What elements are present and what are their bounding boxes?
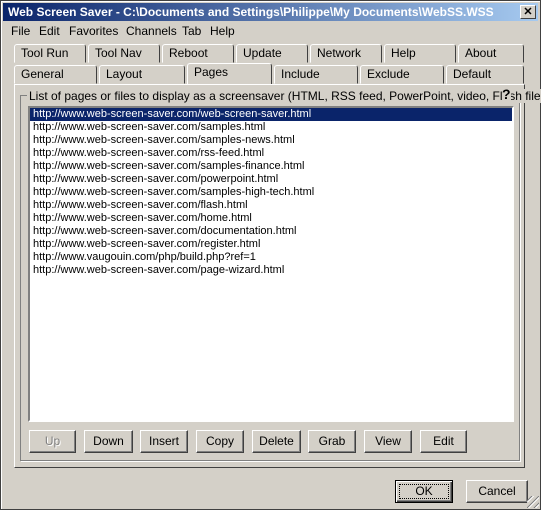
- grab-button[interactable]: Grab: [308, 430, 356, 453]
- help-question-icon[interactable]: ?: [502, 86, 511, 102]
- delete-button[interactable]: Delete: [252, 430, 301, 453]
- list-item[interactable]: http://www.web-screen-saver.com/samples-…: [30, 186, 512, 199]
- insert-button[interactable]: Insert: [140, 430, 188, 453]
- tab-layout[interactable]: Layout: [99, 65, 185, 84]
- up-button[interactable]: Up: [29, 430, 76, 453]
- menu-tab[interactable]: Tab: [182, 24, 201, 38]
- menu-help[interactable]: Help: [210, 24, 235, 38]
- tab-reboot[interactable]: Reboot: [162, 44, 234, 63]
- copy-button[interactable]: Copy: [196, 430, 244, 453]
- list-item[interactable]: http://www.web-screen-saver.com/samples-…: [30, 160, 512, 173]
- tab-network[interactable]: Network: [310, 44, 382, 63]
- list-item[interactable]: http://www.web-screen-saver.com/flash.ht…: [30, 199, 512, 212]
- menu-favorites[interactable]: Favorites: [69, 24, 118, 38]
- menu-channels[interactable]: Channels: [126, 24, 177, 38]
- ok-button[interactable]: OK: [395, 480, 453, 503]
- list-item[interactable]: http://www.web-screen-saver.com/rss-feed…: [30, 147, 512, 160]
- list-item[interactable]: http://www.web-screen-saver.com/powerpoi…: [30, 173, 512, 186]
- tab-about[interactable]: About: [458, 44, 524, 63]
- tab-default[interactable]: Default: [446, 65, 524, 84]
- tab-include[interactable]: Include: [274, 65, 358, 84]
- resize-grip[interactable]: [527, 496, 539, 508]
- menu-edit[interactable]: Edit: [39, 24, 60, 38]
- list-item[interactable]: http://www.web-screen-saver.com/home.htm…: [30, 212, 512, 225]
- menu-bar: File Edit Favorites Channels Tab Help: [3, 22, 538, 40]
- focus-rectangle: [399, 484, 449, 499]
- tab-general[interactable]: General: [14, 65, 97, 84]
- cancel-button[interactable]: Cancel: [466, 480, 528, 503]
- tab-exclude[interactable]: Exclude: [360, 65, 444, 84]
- menu-file[interactable]: File: [11, 24, 30, 38]
- pages-listbox[interactable]: http://www.web-screen-saver.com/web-scre…: [28, 106, 514, 422]
- tab-tool-nav[interactable]: Tool Nav: [88, 44, 160, 63]
- edit-button[interactable]: Edit: [420, 430, 467, 453]
- list-item[interactable]: http://www.web-screen-saver.com/samples-…: [30, 134, 512, 147]
- list-item[interactable]: http://www.web-screen-saver.com/samples.…: [30, 121, 512, 134]
- view-button[interactable]: View: [364, 430, 412, 453]
- list-item[interactable]: http://www.vaugouin.com/php/build.php?re…: [30, 251, 512, 264]
- tab-help[interactable]: Help: [384, 44, 456, 63]
- list-item[interactable]: http://www.web-screen-saver.com/web-scre…: [30, 108, 512, 121]
- down-button[interactable]: Down: [84, 430, 133, 453]
- list-item[interactable]: http://www.web-screen-saver.com/register…: [30, 238, 512, 251]
- groupbox-label: List of pages or files to display as a s…: [27, 89, 541, 103]
- list-item[interactable]: http://www.web-screen-saver.com/document…: [30, 225, 512, 238]
- close-button[interactable]: ✕: [520, 5, 536, 19]
- list-item[interactable]: http://www.web-screen-saver.com/page-wiz…: [30, 264, 512, 277]
- title-bar[interactable]: Web Screen Saver - C:\Documents and Sett…: [3, 3, 538, 21]
- window-title: Web Screen Saver - C:\Documents and Sett…: [8, 5, 494, 19]
- tab-update[interactable]: Update: [236, 44, 308, 63]
- tab-tool-run[interactable]: Tool Run: [14, 44, 86, 63]
- close-icon: ✕: [523, 6, 533, 18]
- tab-pages[interactable]: Pages: [187, 63, 272, 84]
